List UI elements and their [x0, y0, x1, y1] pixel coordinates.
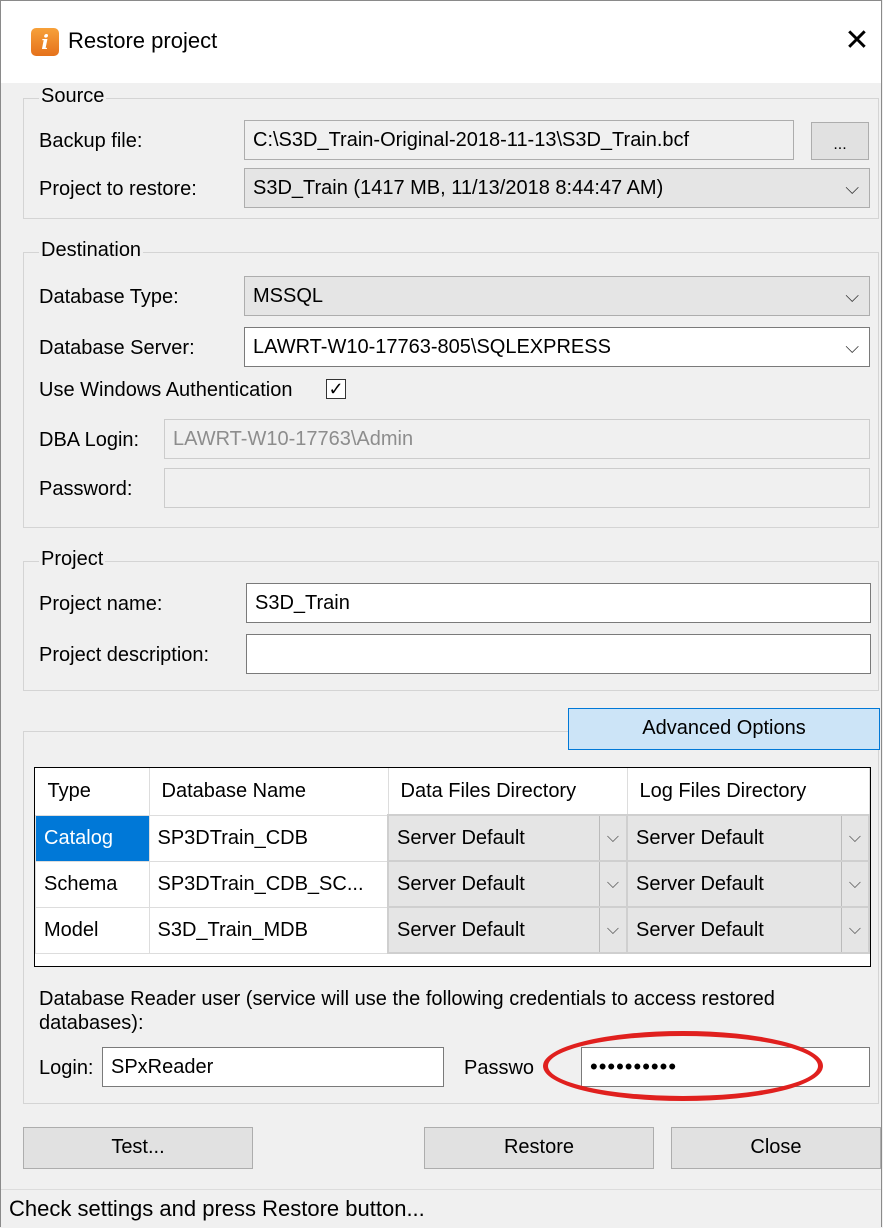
- row-database-name-cell[interactable]: SP3DTrain_CDB: [148, 814, 389, 862]
- row-type-cell[interactable]: Catalog: [35, 814, 150, 862]
- chevron-down-icon: ⌵: [841, 817, 867, 859]
- project-description-label: Project description:: [39, 644, 210, 666]
- database-server-value: LAWRT-W10-17763-805\SQLEXPRESS: [253, 336, 611, 358]
- row-database-name-cell[interactable]: SP3DTrain_CDB_SC...: [148, 860, 389, 908]
- project-to-restore-value: S3D_Train (1417 MB, 11/13/2018 8:44:47 A…: [253, 177, 664, 199]
- row-data-dir-value: Server Default: [397, 872, 525, 895]
- reader-password-label: Passwo: [464, 1057, 535, 1079]
- close-button[interactable]: Close: [671, 1127, 881, 1169]
- database-grid: Type Database Name Data Files Directory …: [34, 767, 871, 967]
- grid-header-row: Type Database Name Data Files Directory …: [35, 768, 870, 816]
- row-data-dir-select[interactable]: Server Default ⌵: [387, 860, 628, 908]
- row-log-dir-select[interactable]: Server Default ⌵: [626, 906, 870, 954]
- chevron-down-icon: ⌵: [845, 337, 859, 357]
- highlight-oval: [543, 1031, 823, 1101]
- table-row: Catalog SP3DTrain_CDB Server Default ⌵ Se…: [35, 814, 870, 862]
- windows-auth-checkbox[interactable]: ✓: [326, 379, 346, 399]
- reader-login-label: Login:: [39, 1057, 94, 1079]
- advanced-options-button[interactable]: Advanced Options: [568, 708, 880, 750]
- row-database-name-cell[interactable]: S3D_Train_MDB: [148, 906, 389, 954]
- reader-login-field[interactable]: SPxReader: [102, 1047, 444, 1087]
- project-to-restore-select[interactable]: S3D_Train (1417 MB, 11/13/2018 8:44:47 A…: [244, 168, 870, 208]
- column-header-type[interactable]: Type: [35, 768, 150, 816]
- password-field[interactable]: [164, 468, 870, 508]
- column-header-database-name[interactable]: Database Name: [149, 768, 389, 816]
- destination-group-label: Destination: [39, 239, 144, 262]
- row-log-dir-value: Server Default: [636, 872, 764, 895]
- row-log-dir-select[interactable]: Server Default ⌵: [626, 814, 870, 862]
- project-to-restore-label: Project to restore:: [39, 178, 197, 200]
- project-group-label: Project: [39, 548, 106, 571]
- backup-file-field[interactable]: C:\S3D_Train-Original-2018-11-13\S3D_Tra…: [244, 120, 794, 160]
- test-button[interactable]: Test...: [23, 1127, 253, 1169]
- table-row: Schema SP3DTrain_CDB_SC... Server Defaul…: [35, 860, 870, 908]
- row-log-dir-select[interactable]: Server Default ⌵: [626, 860, 870, 908]
- chevron-down-icon: ⌵: [599, 817, 625, 859]
- chevron-down-icon: ⌵: [841, 909, 867, 951]
- database-server-combo[interactable]: LAWRT-W10-17763-805\SQLEXPRESS ⌵: [244, 327, 870, 367]
- title-bar: i Restore project ✕: [1, 1, 881, 83]
- chevron-down-icon: ⌵: [841, 863, 867, 905]
- row-type-cell[interactable]: Schema: [35, 860, 150, 908]
- reader-note: Database Reader user (service will use t…: [39, 988, 775, 1034]
- chevron-down-icon: ⌵: [845, 178, 859, 198]
- backup-file-label: Backup file:: [39, 130, 143, 152]
- row-type-cell[interactable]: Model: [35, 906, 150, 954]
- window-title: Restore project: [68, 28, 218, 53]
- row-log-dir-value: Server Default: [636, 826, 764, 849]
- dba-login-label: DBA Login:: [39, 429, 140, 451]
- project-description-field[interactable]: [246, 634, 871, 674]
- chevron-down-icon: ⌵: [599, 863, 625, 905]
- row-data-dir-value: Server Default: [397, 918, 525, 941]
- chevron-down-icon: ⌵: [599, 909, 625, 951]
- database-type-select[interactable]: MSSQL ⌵: [244, 276, 870, 316]
- browse-button[interactable]: ...: [811, 122, 869, 160]
- row-data-dir-select[interactable]: Server Default ⌵: [387, 906, 628, 954]
- database-server-label: Database Server:: [39, 337, 195, 359]
- info-icon: i: [31, 28, 59, 56]
- password-label: Password:: [39, 478, 133, 500]
- status-text: Check settings and press Restore button.…: [9, 1196, 425, 1221]
- database-type-value: MSSQL: [253, 285, 324, 307]
- row-log-dir-value: Server Default: [636, 918, 764, 941]
- dba-login-field[interactable]: LAWRT-W10-17763\Admin: [164, 419, 870, 459]
- row-data-dir-value: Server Default: [397, 826, 525, 849]
- restore-project-dialog: i Restore project ✕ Source Backup file: …: [0, 0, 882, 1227]
- row-data-dir-select[interactable]: Server Default ⌵: [387, 814, 628, 862]
- column-header-data-files-directory[interactable]: Data Files Directory: [388, 768, 628, 816]
- close-window-button[interactable]: ✕: [839, 23, 875, 59]
- restore-button[interactable]: Restore: [424, 1127, 654, 1169]
- table-row: Model S3D_Train_MDB Server Default ⌵ Serv…: [35, 906, 870, 954]
- windows-auth-label: Use Windows Authentication: [39, 379, 293, 401]
- database-type-label: Database Type:: [39, 286, 179, 308]
- project-name-field[interactable]: S3D_Train: [246, 583, 871, 623]
- chevron-down-icon: ⌵: [845, 286, 859, 306]
- column-header-log-files-directory[interactable]: Log Files Directory: [627, 768, 870, 816]
- project-name-label: Project name:: [39, 593, 163, 615]
- status-bar: Check settings and press Restore button.…: [1, 1189, 881, 1227]
- source-group-label: Source: [39, 85, 107, 108]
